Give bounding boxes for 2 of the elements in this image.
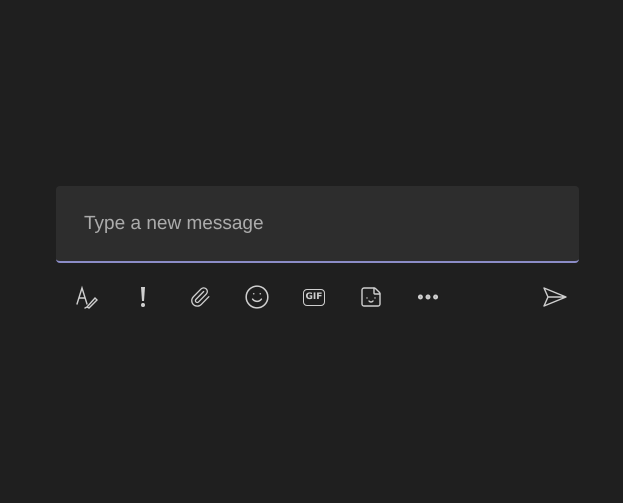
gif-button[interactable]: GIF	[298, 281, 330, 313]
message-input-field[interactable]: Type a new message	[56, 186, 579, 263]
